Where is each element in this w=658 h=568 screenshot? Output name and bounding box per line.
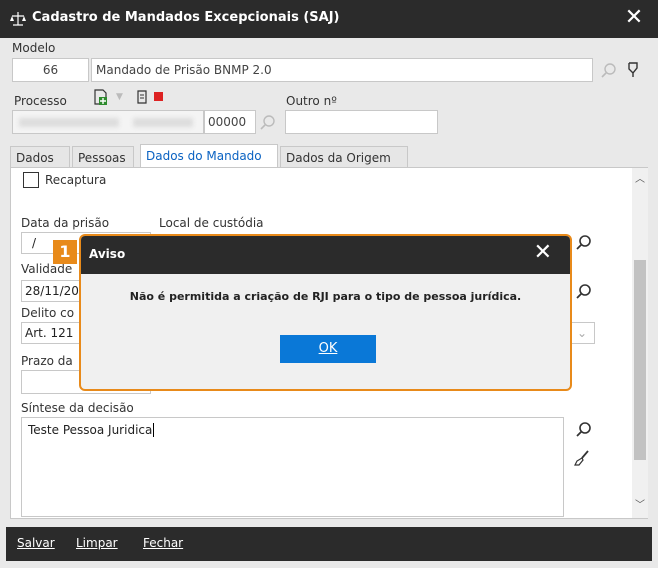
validade-value: 28/11/20 [25, 284, 79, 298]
tab-label: Dados da Origem [286, 151, 391, 165]
modelo-name-value: Mandado de Prisão BNMP 2.0 [96, 63, 272, 77]
outro-numero-label: Outro nº [286, 94, 337, 108]
new-document-icon[interactable] [92, 88, 110, 106]
tab-dados[interactable]: Dados [10, 146, 70, 168]
search-icon[interactable] [575, 283, 593, 301]
tab-label: Dados do Mandado [146, 149, 262, 163]
processo-label: Processo [14, 94, 67, 108]
document-icon[interactable] [134, 88, 152, 106]
delito-value: Art. 121 [25, 326, 74, 340]
delito-label: Delito co [21, 306, 75, 320]
chevron-down-icon[interactable]: ⌄ [577, 326, 587, 340]
warning-dialog: Aviso ✕ Não é permitida a criação de RJI… [79, 234, 572, 391]
window-close-button[interactable]: ✕ [622, 6, 646, 30]
tab-dados-do-mandado[interactable]: Dados do Mandado [140, 144, 278, 168]
scroll-up-icon[interactable]: ︿ [632, 172, 648, 188]
sintese-textarea[interactable]: Teste Pessoa Juridica​ [21, 417, 564, 517]
app-scales-icon [10, 12, 26, 26]
data-prisao-value: / [32, 236, 37, 250]
modelo-code-value: 66 [42, 63, 59, 77]
vertical-scrollbar[interactable]: ︿ ﹀ [632, 168, 648, 518]
sintese-value: Teste Pessoa Juridica [28, 423, 153, 437]
validade-label: Validade [21, 262, 73, 276]
dialog-close-button[interactable]: ✕ [534, 241, 552, 265]
recaptura-checkbox[interactable] [23, 172, 39, 188]
dialog-title: Aviso [89, 247, 126, 261]
search-icon[interactable] [259, 114, 277, 132]
ok-button[interactable]: OK [280, 335, 376, 363]
processo-number-field[interactable] [12, 110, 204, 134]
save-button[interactable]: Salvar [17, 536, 55, 550]
window-title: Cadastro de Mandados Excepcionais (SAJ) [32, 10, 340, 25]
main-window: Cadastro de Mandados Excepcionais (SAJ) … [0, 0, 658, 568]
outro-numero-field[interactable] [285, 110, 438, 134]
prazo-label: Prazo da [21, 354, 73, 368]
clear-button[interactable]: Limpar [76, 536, 118, 550]
tab-label: Pessoas [78, 151, 126, 165]
close-button[interactable]: Fechar [143, 536, 183, 550]
tool-icon[interactable] [624, 61, 642, 79]
modelo-name-field[interactable]: Mandado de Prisão BNMP 2.0 [91, 58, 593, 82]
dialog-title-bar: Aviso ✕ [81, 236, 570, 274]
search-icon[interactable] [600, 62, 618, 80]
search-icon[interactable] [575, 421, 593, 439]
dialog-message: Não é permitida a criação de RJI para o … [129, 290, 522, 303]
chevron-down-icon[interactable]: ▼ [116, 92, 123, 102]
tab-pessoas[interactable]: Pessoas [72, 146, 134, 168]
local-custodia-label: Local de custódia [159, 216, 264, 230]
redacted-area [133, 118, 193, 127]
title-bar: Cadastro de Mandados Excepcionais (SAJ) … [0, 0, 658, 38]
redacted-area [19, 118, 119, 127]
recaptura-label: Recaptura [45, 173, 107, 187]
sintese-label: Síntese da decisão [21, 401, 134, 415]
processo-suffix-value: 00000 [208, 115, 247, 129]
tab-label: Dados [16, 151, 54, 165]
red-status-icon [154, 92, 163, 101]
brush-icon[interactable] [573, 449, 591, 467]
text-cursor: ​ [153, 423, 155, 437]
scroll-down-icon[interactable]: ﹀ [632, 498, 648, 514]
modelo-code-field[interactable]: 66 [12, 58, 89, 82]
processo-suffix-field[interactable]: 00000 [204, 110, 256, 134]
modelo-label: Modelo [12, 41, 56, 55]
footer-bar: Salvar Limpar Fechar [6, 527, 652, 561]
tab-dados-da-origem[interactable]: Dados da Origem [280, 146, 408, 168]
step-badge: 1 [53, 240, 77, 264]
scrollbar-thumb[interactable] [634, 260, 646, 460]
data-prisao-label: Data da prisão [21, 216, 110, 230]
search-icon[interactable] [575, 234, 593, 252]
